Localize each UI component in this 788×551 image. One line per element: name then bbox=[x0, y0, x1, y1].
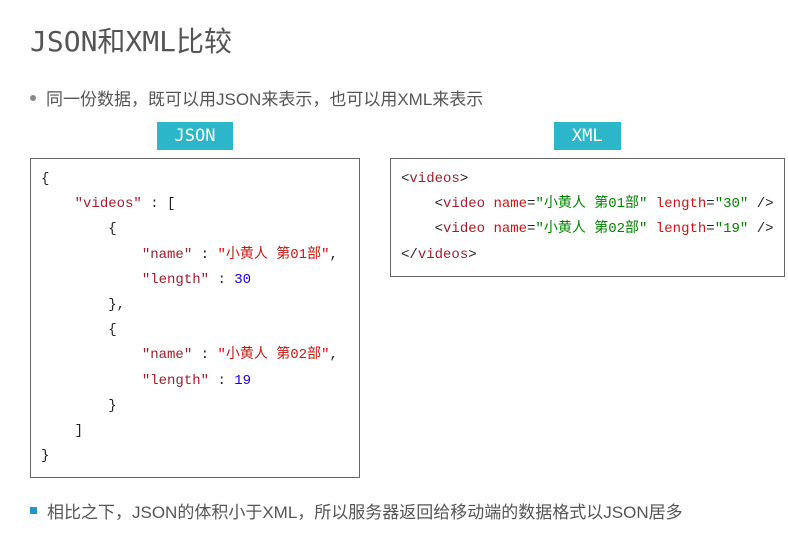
bullet-item-2: 相比之下，JSON的体积小于XML，所以服务器返回给移动端的数据格式以JSON居… bbox=[30, 498, 758, 523]
json-column: JSON { "videos" : [ { "name" : "小黄人 第01部… bbox=[30, 122, 360, 478]
page-title: JSON和XML比较 bbox=[30, 20, 758, 60]
xml-tag: XML bbox=[554, 122, 621, 150]
json-code-box: { "videos" : [ { "name" : "小黄人 第01部", "l… bbox=[30, 158, 360, 478]
xml-column: XML <videos> <video name="小黄人 第01部" leng… bbox=[390, 122, 785, 478]
bullet-dot-icon bbox=[30, 95, 36, 101]
xml-code-box: <videos> <video name="小黄人 第01部" length="… bbox=[390, 158, 785, 277]
bullet-text-1: 同一份数据，既可以用JSON来表示，也可以用XML来表示 bbox=[46, 85, 483, 110]
bullet-text-2: 相比之下，JSON的体积小于XML，所以服务器返回给移动端的数据格式以JSON居… bbox=[47, 498, 683, 523]
json-tag: JSON bbox=[157, 122, 234, 150]
bullet-item-1: 同一份数据，既可以用JSON来表示，也可以用XML来表示 bbox=[30, 85, 758, 110]
bullet-square-icon bbox=[30, 507, 37, 514]
